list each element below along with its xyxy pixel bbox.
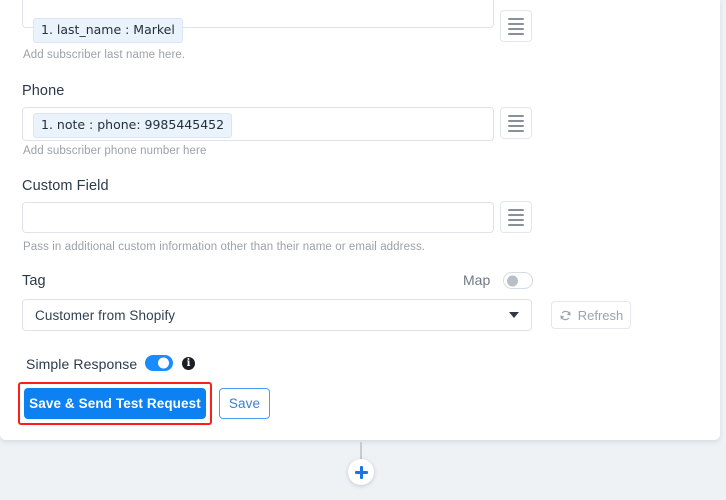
simple-response-label: Simple Response xyxy=(26,356,138,372)
add-step-button[interactable] xyxy=(348,459,374,485)
custom-field-input[interactable] xyxy=(22,202,494,233)
list-handle-icon xyxy=(508,32,524,35)
tag-label: Tag xyxy=(22,273,46,289)
list-handle-icon xyxy=(508,22,524,25)
list-handle-icon xyxy=(508,114,524,117)
phone-value-chip[interactable]: 1. note : phone: 9985445452 xyxy=(33,113,233,138)
list-handle-icon xyxy=(508,208,524,211)
last-name-handle-button[interactable] xyxy=(500,10,532,42)
list-handle-icon xyxy=(508,27,524,30)
custom-field-help-text: Pass in additional custom information ot… xyxy=(23,241,426,253)
map-toggle-label: Map xyxy=(463,272,491,288)
refresh-icon xyxy=(560,310,571,320)
last-name-help-text: Add subscriber last name here. xyxy=(23,49,186,61)
simple-response-toggle[interactable] xyxy=(145,355,173,371)
simple-response-toggle-knob xyxy=(158,357,169,369)
map-toggle-knob xyxy=(507,275,518,286)
phone-label: Phone xyxy=(22,83,65,99)
list-handle-icon xyxy=(508,119,524,122)
list-handle-icon xyxy=(508,129,524,132)
custom-field-label: Custom Field xyxy=(22,178,109,194)
phone-handle-button[interactable] xyxy=(500,107,532,139)
save-button[interactable]: Save xyxy=(219,388,270,419)
custom-field-handle-button[interactable] xyxy=(500,201,532,233)
plus-icon xyxy=(359,465,363,479)
tag-select-value: Customer from Shopify xyxy=(35,307,176,323)
action-settings-card: 1. last_name : Markel Add subscriber las… xyxy=(0,0,720,440)
phone-help-text: Add subscriber phone number here xyxy=(23,145,207,157)
list-handle-icon xyxy=(508,17,524,20)
list-handle-icon xyxy=(508,218,524,221)
save-and-send-test-request-button[interactable]: Save & Send Test Request xyxy=(24,388,206,419)
refresh-button[interactable]: Refresh xyxy=(551,301,631,329)
list-handle-icon xyxy=(508,223,524,226)
screen-root: 1. last_name : Markel Add subscriber las… xyxy=(0,0,726,500)
list-handle-icon xyxy=(508,213,524,216)
list-handle-icon xyxy=(508,124,524,127)
last-name-value-chip[interactable]: 1. last_name : Markel xyxy=(33,18,183,43)
map-toggle[interactable] xyxy=(503,272,533,289)
tag-select[interactable]: Customer from Shopify xyxy=(22,299,532,331)
chevron-down-icon xyxy=(509,312,519,318)
refresh-button-label: Refresh xyxy=(577,307,624,323)
info-icon[interactable]: i xyxy=(182,357,195,370)
